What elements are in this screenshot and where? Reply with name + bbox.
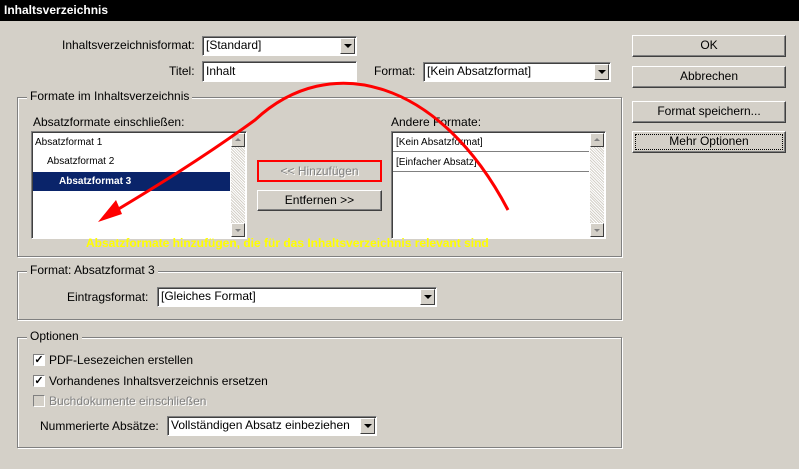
include-book-checkbox[interactable] bbox=[33, 395, 45, 407]
numbered-paragraphs-label: Nummerierte Absätze: bbox=[40, 419, 159, 433]
replace-existing-checkbox[interactable]: ✓ bbox=[33, 375, 45, 387]
replace-existing-label: Vorhandenes Inhaltsverzeichnis ersetzen bbox=[49, 374, 268, 388]
numbered-paragraphs-select[interactable]: Vollständigen Absatz einbeziehen bbox=[167, 416, 377, 436]
annotation-text: Absatzformate hinzufügen, die für das In… bbox=[86, 236, 489, 250]
chevron-down-icon[interactable] bbox=[420, 289, 435, 305]
numbered-paragraphs-value: Vollständigen Absatz einbeziehen bbox=[171, 418, 350, 432]
entry-format-value: [Gleiches Format] bbox=[161, 289, 256, 303]
options-group-title: Optionen bbox=[27, 329, 82, 343]
include-book-label: Buchdokumente einschließen bbox=[49, 394, 207, 408]
chevron-down-icon[interactable] bbox=[360, 418, 375, 434]
pdf-bookmarks-label: PDF-Lesezeichen erstellen bbox=[49, 353, 194, 367]
pdf-bookmarks-checkbox[interactable]: ✓ bbox=[33, 354, 45, 366]
entry-format-select[interactable]: [Gleiches Format] bbox=[157, 287, 437, 307]
entry-format-label: Eintragsformat: bbox=[67, 290, 149, 304]
style-group-title: Format: Absatzformat 3 bbox=[27, 263, 158, 277]
